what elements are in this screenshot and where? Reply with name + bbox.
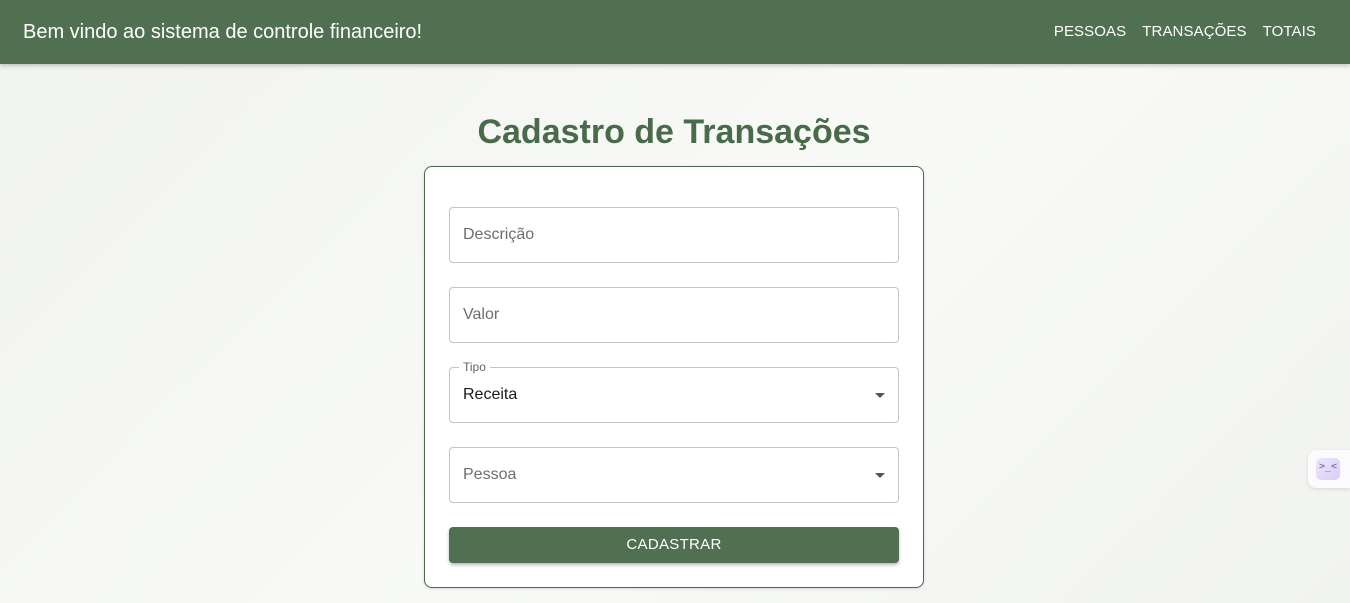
pessoa-placeholder: Pessoa (463, 466, 517, 483)
extension-widget[interactable]: >_< (1308, 450, 1350, 488)
tipo-label: Tipo (459, 360, 490, 374)
transaction-form: Descrição Valor Tipo Receita Pessoa CADA… (424, 166, 924, 588)
tipo-value: Receita (463, 386, 518, 403)
app-title: Bem vindo ao sistema de controle finance… (23, 21, 423, 43)
valor-input[interactable]: Valor (449, 287, 899, 343)
descricao-placeholder: Descrição (463, 226, 535, 243)
terminal-icon[interactable]: >_< (1316, 458, 1340, 480)
app-bar: Bem vindo ao sistema de controle finance… (0, 0, 1350, 64)
tipo-select[interactable]: Tipo Receita (449, 360, 899, 423)
nav-transacoes[interactable]: TRANSAÇÕES (1142, 22, 1246, 42)
descricao-input[interactable]: Descrição (449, 207, 899, 263)
page-title: Cadastro de Transações (477, 113, 871, 151)
cadastrar-button[interactable]: CADASTRAR (449, 527, 899, 563)
chevron-down-icon[interactable] (875, 393, 885, 398)
valor-placeholder: Valor (463, 306, 500, 323)
top-nav: PESSOAS TRANSAÇÕES TOTAIS (1038, 22, 1316, 42)
nav-pessoas[interactable]: PESSOAS (1054, 22, 1126, 42)
pessoa-select[interactable]: Pessoa (449, 447, 899, 503)
nav-totais[interactable]: TOTAIS (1263, 22, 1316, 42)
chevron-down-icon[interactable] (875, 473, 885, 478)
